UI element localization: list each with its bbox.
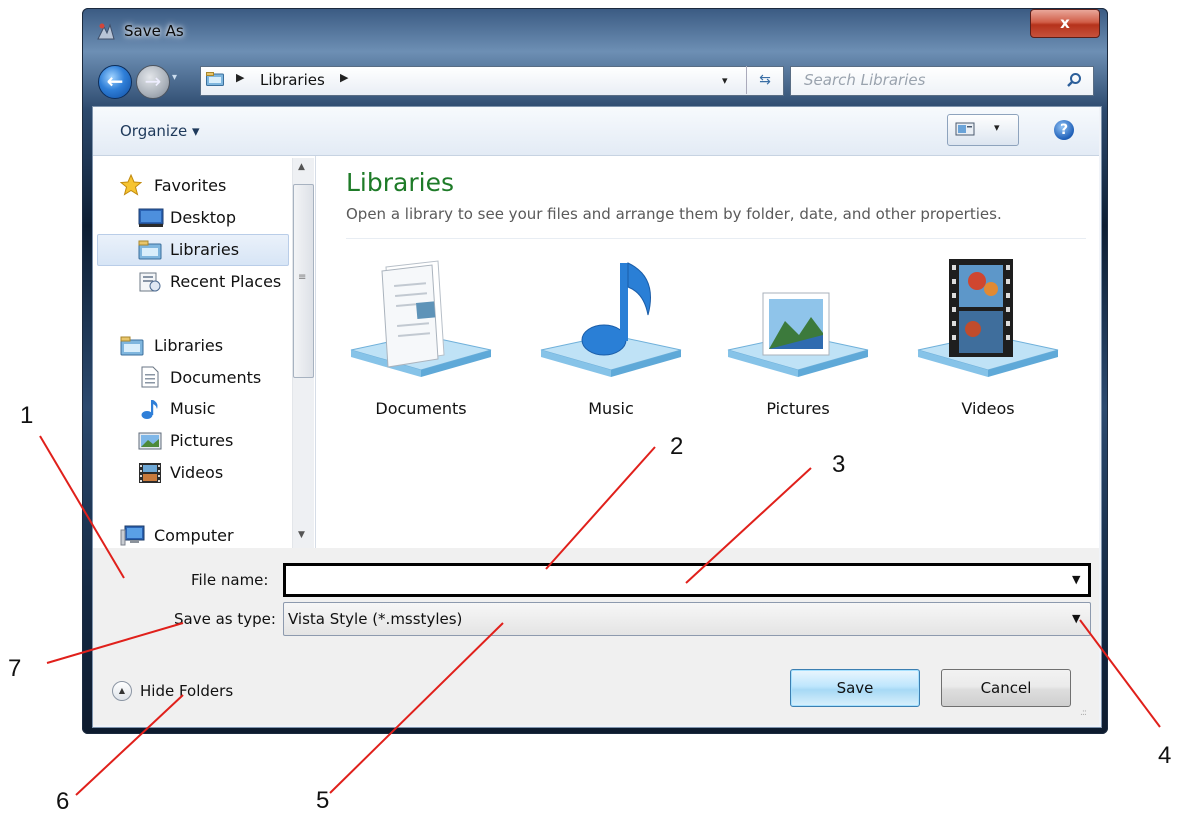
search-placeholder: Search Libraries (804, 71, 926, 89)
sidebar-item-pictures[interactable]: Pictures (170, 431, 233, 450)
videos-library-icon (917, 259, 1059, 377)
scroll-down-icon[interactable]: ▼ (298, 530, 305, 540)
libraries-folder-icon (206, 72, 224, 86)
views-dropdown-icon[interactable]: ▾ (994, 121, 1000, 134)
library-label-pictures[interactable]: Pictures (723, 399, 873, 418)
breadcrumb-separator-icon[interactable]: ▶ (236, 71, 244, 84)
computer-icon (120, 525, 145, 546)
breadcrumb-libraries[interactable]: Libraries (260, 71, 325, 89)
library-label-music[interactable]: Music (536, 399, 686, 418)
callout-number-6: 6 (56, 788, 70, 815)
save-button[interactable]: Save (790, 669, 920, 707)
save-as-type-dropdown-icon[interactable]: ▼ (1072, 612, 1080, 625)
resize-grip-icon[interactable]: .:: (1080, 708, 1087, 718)
desktop-icon (138, 208, 164, 227)
sidebar-item-libraries-group[interactable]: Libraries (154, 336, 223, 355)
music-library-icon (540, 262, 682, 377)
callout-number-7: 7 (8, 655, 22, 682)
view-icon (955, 122, 975, 136)
back-button[interactable]: ← (98, 65, 132, 99)
window-app-icon (97, 23, 115, 40)
libraries-description: Open a library to see your files and arr… (346, 205, 1002, 223)
callout-number-1: 1 (20, 402, 34, 429)
search-icon[interactable] (1066, 72, 1082, 88)
videos-icon (139, 463, 161, 483)
sidebar-item-documents[interactable]: Documents (170, 368, 261, 387)
help-icon[interactable]: ? (1054, 120, 1074, 140)
star-icon (120, 174, 142, 196)
recent-places-icon (139, 272, 161, 292)
header-divider (346, 238, 1086, 239)
close-button[interactable]: x (1030, 9, 1100, 38)
file-name-label: File name: (191, 571, 269, 589)
sidebar-item-recent-places[interactable]: Recent Places (170, 272, 281, 291)
refresh-button[interactable]: ⇆ (746, 66, 783, 94)
sidebar-item-favorites[interactable]: Favorites (154, 176, 226, 195)
pictures-icon (138, 432, 162, 450)
window-title: Save As (124, 22, 184, 40)
callout-number-3: 3 (832, 451, 846, 478)
file-name-dropdown-icon[interactable]: ▼ (1072, 573, 1080, 586)
sidebar-item-computer[interactable]: Computer (154, 526, 234, 545)
scroll-grip-icon: ≡ (298, 272, 307, 283)
library-label-documents[interactable]: Documents (346, 399, 496, 418)
cancel-button[interactable]: Cancel (941, 669, 1071, 707)
page-title: Libraries (346, 168, 454, 197)
sidebar-item-libraries[interactable]: Libraries (170, 240, 239, 259)
sidebar-item-music[interactable]: Music (170, 399, 216, 418)
save-as-type-label: Save as type: (174, 610, 276, 628)
hide-folders-button[interactable]: Hide Folders (140, 682, 233, 700)
forward-button[interactable]: → (136, 65, 170, 99)
recent-pages-dropdown-icon[interactable]: ▾ (172, 72, 177, 83)
library-label-videos[interactable]: Videos (913, 399, 1063, 418)
organize-menu-button[interactable]: Organize ▾ (120, 122, 200, 140)
documents-icon (141, 366, 159, 388)
sidebar-item-videos[interactable]: Videos (170, 463, 223, 482)
callout-number-4: 4 (1158, 742, 1172, 769)
pictures-library-icon (727, 292, 869, 377)
scroll-up-icon[interactable]: ▲ (298, 162, 305, 172)
callout-number-2: 2 (670, 433, 684, 460)
libraries-icon (120, 336, 144, 356)
breadcrumb-separator-icon[interactable]: ▶ (340, 71, 348, 84)
libraries-icon (138, 240, 162, 260)
music-icon (141, 400, 158, 419)
file-name-field[interactable] (283, 563, 1091, 597)
sidebar-item-desktop[interactable]: Desktop (170, 208, 236, 227)
save-as-type-value: Vista Style (*.msstyles) (288, 610, 463, 628)
chevron-up-icon[interactable]: ▲ (112, 681, 132, 701)
documents-library-icon (350, 260, 492, 377)
callout-number-5: 5 (316, 787, 330, 814)
address-dropdown-icon[interactable]: ▾ (722, 74, 728, 87)
